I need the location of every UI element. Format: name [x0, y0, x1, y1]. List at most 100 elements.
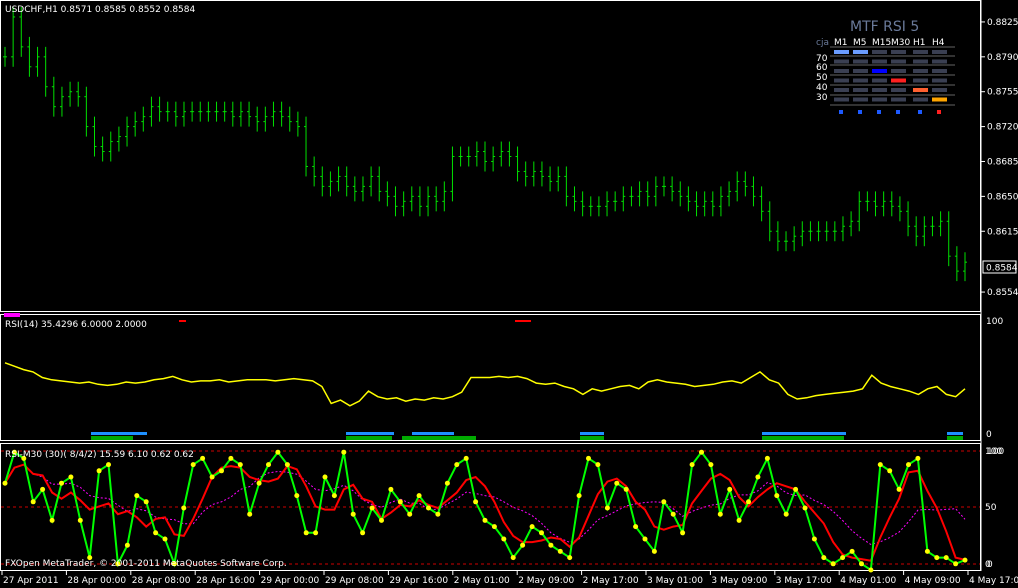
price-tick-label: 0.8650: [987, 192, 1018, 202]
mtf-cell: [891, 97, 906, 102]
time-tick-label: 29 Apr 16:00: [389, 576, 448, 586]
rsim30-dot: [614, 480, 620, 486]
price-tick-label: 0.8755: [987, 88, 1018, 98]
mtf-cell: [834, 59, 849, 64]
mtf-signal-dot: [839, 110, 843, 114]
rsim30-dot: [322, 474, 328, 480]
mtf-cell: [891, 59, 906, 64]
rsim30-dot: [689, 462, 695, 468]
mtf-cell: [913, 78, 928, 83]
rsim30-dot: [764, 455, 770, 461]
mtf-cell: [913, 69, 928, 73]
mtf-cells: [830, 46, 955, 114]
mtf-cell: [853, 69, 868, 73]
rsim30-dot: [877, 462, 883, 468]
mtf-timeframe-m30: M30: [891, 38, 910, 48]
price-tick-label: 0.8720: [987, 123, 1018, 133]
rsim30-dot: [435, 511, 441, 517]
mtf-level-label: 60: [816, 63, 828, 73]
rsim30-dot: [915, 455, 921, 461]
rsim30-dot: [680, 530, 686, 536]
rsim30-main-line: [4, 450, 966, 572]
rsim30-dot: [906, 462, 911, 468]
mtf-timeframe-headers: M1 M5 M15 M30 H1 H4: [834, 38, 945, 48]
mtf-level-label: 50: [816, 73, 828, 83]
blue-signal-bar: [91, 432, 147, 435]
rsim30-dot: [793, 486, 799, 492]
rsim30-dot: [379, 517, 384, 523]
rsim30-dot: [520, 542, 526, 548]
mtf-cell: [872, 59, 887, 64]
rsim30-dot: [369, 505, 375, 511]
rsim30-dot: [595, 462, 601, 468]
rsim30-dot: [849, 548, 855, 554]
mtf-cell: [932, 88, 947, 92]
rsim30-dot: [651, 548, 657, 554]
rsim30-dot: [821, 555, 827, 561]
rsim30-dot: [755, 474, 761, 480]
rsim30-dot: [416, 493, 422, 499]
rsim30-dot: [896, 486, 902, 492]
mtf-cell: [834, 97, 849, 102]
rsim30-scale-bottom-2: 0: [987, 560, 993, 570]
rsim30-dot: [473, 499, 479, 505]
rsim30-dot: [670, 511, 676, 517]
mtf-title: MTF RSI 5: [850, 19, 919, 35]
mtf-cell: [834, 50, 849, 54]
rsim30-dot: [49, 517, 55, 523]
rsim30-dot: [77, 517, 83, 523]
mtf-level-label: 40: [816, 83, 828, 93]
rsim30-dot: [736, 517, 742, 523]
rsim30-dot: [444, 480, 450, 486]
mtf-timeframe-h4: H4: [932, 38, 945, 48]
blue-signal-bar: [412, 432, 454, 435]
rsim30-dot: [783, 511, 789, 517]
chart-canvas: 0.8825 0.8790 0.8755 0.8720 0.8685 0.8650 0.86…: [0, 0, 1018, 586]
mtf-cell: [872, 69, 887, 73]
rsi-signal-bars: [91, 432, 963, 440]
mtf-cell: [853, 78, 868, 83]
mtf-cell: [932, 78, 947, 83]
rsim30-dot: [313, 530, 319, 536]
current-price-label: 0.8584: [986, 264, 1018, 274]
rsim30-dot: [491, 524, 497, 530]
main-chart-title: USDCHF,H1 0.8571 0.8585 0.8552 0.8584: [5, 5, 195, 15]
rsim30-dot: [190, 462, 196, 468]
mtf-cell: [872, 78, 887, 83]
mtf-level-labels: 7060504030: [816, 54, 828, 103]
time-tick-label: 28 Apr 16:00: [196, 576, 255, 586]
panel-frames: [0, 0, 982, 571]
mtf-signal-dot: [877, 110, 881, 114]
mtf-cell: [932, 97, 947, 102]
rsim30-dot: [708, 462, 714, 468]
rsim30-dot: [266, 462, 271, 468]
price-tick-label: 0.8685: [987, 157, 1018, 167]
rsim30-dot: [623, 486, 629, 492]
rsim30-scale-mid: 50: [985, 503, 997, 513]
rsim30-dot: [397, 499, 403, 505]
rsim30-dot: [840, 555, 846, 561]
rsim30-dot: [953, 561, 959, 567]
mtf-cell: [891, 50, 906, 54]
rsim30-dot: [482, 517, 488, 523]
rsi-line: [4, 362, 966, 407]
rsim30-dot: [284, 462, 290, 468]
mtf-cell: [872, 88, 887, 92]
mtf-cell: [834, 69, 849, 73]
rsim30-dot: [567, 555, 573, 561]
blue-signal-bar: [346, 432, 394, 435]
time-tick-label: 2 May 01:00: [454, 576, 510, 586]
rsim30-dot: [934, 555, 940, 561]
mtf-signal-dot: [937, 110, 941, 114]
mtf-cell: [872, 97, 887, 102]
rsim30-scale-top-2: 100: [987, 447, 1004, 457]
mtf-cell: [872, 50, 887, 54]
price-tick-label: 0.8825: [987, 18, 1018, 28]
mtf-cell: [834, 78, 849, 83]
blue-signal-bar: [947, 432, 963, 435]
blue-signal-bar: [580, 432, 604, 435]
rsim30-dot: [59, 480, 64, 486]
green-signal-bar: [762, 436, 844, 440]
rsi-scale-bottom: 0: [986, 430, 992, 440]
rsim30-dot: [247, 511, 253, 517]
